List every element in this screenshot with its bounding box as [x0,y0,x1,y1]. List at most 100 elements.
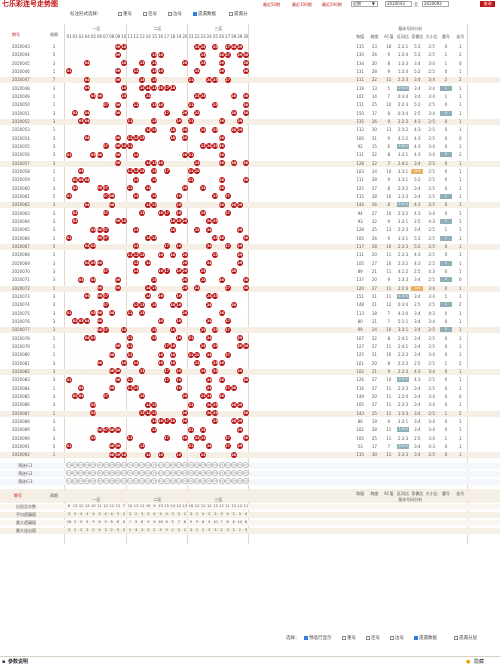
option-repeat-bottom[interactable]: 重号 [342,634,356,643]
checkbox-predict-row[interactable] [304,635,308,640]
predict-circle[interactable]: 10 [120,462,127,468]
predict-circle[interactable]: 10 [120,470,127,476]
predict-circle[interactable]: 28 [230,462,237,468]
predict-circle[interactable]: 29 [236,470,243,476]
predict-circle[interactable]: 17 [163,470,170,476]
predict-circle[interactable]: 01 [66,470,72,476]
checkbox-repeat[interactable] [118,11,122,16]
predict-circle[interactable]: 01 [66,478,72,484]
predict-circle[interactable]: 07 [102,462,109,468]
predict-circle[interactable]: 26 [218,462,225,468]
option-consecutive[interactable]: 连号 [143,11,157,19]
predict-circle[interactable]: 16 [157,470,164,476]
checkbox-missing-data-bottom[interactable] [414,635,418,640]
predict-label[interactable]: 预选行3 [18,479,33,484]
option-missing-data[interactable]: 遗漏数据 [193,11,216,19]
predict-circle[interactable]: 18 [169,462,176,468]
predict-circle[interactable]: 17 [163,478,170,484]
predict-circle[interactable]: 26 [218,470,225,476]
predict-circle[interactable]: 20 [181,478,188,484]
query-button[interactable]: 查询 [480,1,495,7]
stat-cell: 5 [387,85,391,91]
issue-count-select[interactable]: 近期 ▼ [351,1,378,7]
predict-label[interactable]: 预选行1 [18,463,33,468]
range-from-input[interactable]: 2020043 [385,1,412,7]
predict-circle[interactable]: 30 [242,462,249,468]
stat-cell: 15 [371,143,377,149]
drawn-ball: 17 [163,368,170,375]
predict-circle[interactable]: 11 [127,462,133,468]
missing-cell: · [196,77,198,82]
option-missing-layer[interactable]: 遗漏分 [229,11,248,19]
checkbox-edge-bottom[interactable] [390,635,394,640]
predict-circle[interactable]: 28 [230,478,237,484]
predict-circle[interactable]: 08 [108,478,115,484]
checkbox-consecutive-bottom[interactable] [366,635,370,640]
missing-cell: · [123,160,125,165]
predict-circle[interactable]: 29 [236,462,243,468]
drawn-ball: 21 [188,168,194,175]
predict-circle[interactable]: 21 [188,470,194,476]
predict-circle[interactable]: 07 [102,470,109,476]
link-recent-50[interactable]: 最近50期 [263,2,280,8]
predict-circle[interactable]: 19 [175,470,182,476]
predict-circle[interactable]: 18 [169,470,176,476]
predict-circle[interactable]: 11 [127,478,133,484]
predict-circle[interactable]: 27 [224,470,231,476]
predict-circle[interactable]: 08 [108,462,115,468]
predict-circle[interactable]: 30 [242,470,249,476]
missing-cell: · [80,252,82,257]
predict-circle[interactable]: 27 [224,462,231,468]
predict-circle[interactable]: 26 [218,478,225,484]
checkbox-missing-layer[interactable] [229,11,233,16]
hide-link[interactable]: 隐藏 [474,657,484,667]
predict-circle[interactable]: 28 [230,470,237,476]
checkbox-missing-data[interactable] [193,11,197,16]
checkbox-repeat-bottom[interactable] [342,635,346,640]
predict-circle[interactable]: 18 [169,478,176,484]
option-repeat[interactable]: 重号 [118,11,132,19]
option-predict-row[interactable]: 预选行显示 [304,634,332,643]
missing-cell: · [68,352,70,357]
range-to-input[interactable]: 2020092 [422,1,449,7]
option-edge[interactable]: 边号 [168,11,182,19]
option-missing-data-bottom[interactable]: 遗漏数据 [414,634,437,643]
predict-label[interactable]: 预选行2 [18,471,33,476]
predict-circle[interactable]: 20 [181,462,188,468]
predict-circle[interactable]: 10 [120,478,127,484]
predict-circle[interactable]: 09 [114,470,121,476]
predict-circle[interactable]: 01 [66,462,72,468]
predict-circle[interactable]: 09 [114,462,121,468]
predict-circle[interactable]: 21 [188,478,194,484]
checkbox-missing-layer-bottom[interactable] [454,635,458,640]
predict-circle[interactable]: 06 [96,462,103,468]
link-recent-100[interactable]: 最近100期 [292,2,312,8]
checkbox-edge[interactable] [168,11,172,16]
option-consecutive-bottom[interactable]: 连号 [366,634,380,643]
predict-circle[interactable]: 27 [224,478,231,484]
predict-circle[interactable]: 06 [96,478,103,484]
predict-circle[interactable]: 16 [157,462,164,468]
predict-circle[interactable]: 17 [163,462,170,468]
drawn-ball: 24 [206,393,213,400]
missing-cell: · [123,168,125,173]
predict-circle[interactable]: 06 [96,470,103,476]
predict-circle[interactable]: 08 [108,470,115,476]
predict-circle[interactable]: 19 [175,478,182,484]
help-label[interactable]: 参数说明 [8,657,28,667]
number-header: 22 [194,34,200,39]
predict-circle[interactable]: 21 [188,462,194,468]
predict-circle[interactable]: 30 [242,478,249,484]
predict-circle[interactable]: 07 [102,478,109,484]
predict-circle[interactable]: 20 [181,470,188,476]
predict-circle[interactable]: 29 [236,478,243,484]
stat-cell: 0 [444,452,448,458]
predict-circle[interactable]: 16 [157,478,164,484]
predict-circle[interactable]: 09 [114,478,121,484]
option-missing-layer-bottom[interactable]: 遗漏分层 [454,634,477,643]
checkbox-consecutive[interactable] [143,11,147,16]
option-edge-bottom[interactable]: 边号 [390,634,404,643]
link-recent-200[interactable]: 最近200期 [322,2,342,8]
predict-circle[interactable]: 11 [127,470,133,476]
predict-circle[interactable]: 19 [175,462,182,468]
